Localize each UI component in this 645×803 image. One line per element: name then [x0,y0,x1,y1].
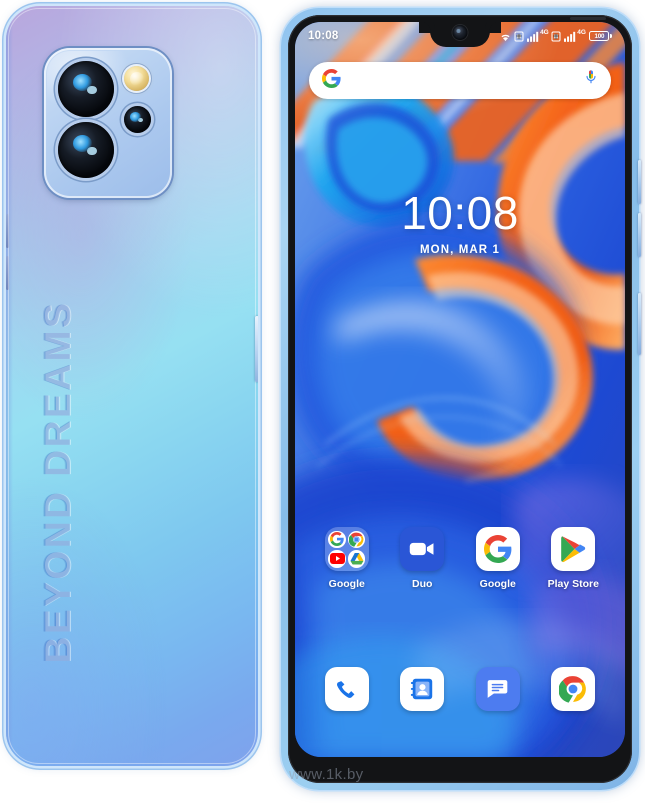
app-label: Play Store [547,578,599,590]
signal-bars-icon [526,31,539,42]
device-bezel: 10:08 4G 4G 100 10:08 MON, MAR 1 Google … [288,15,632,783]
search-input[interactable] [349,73,576,88]
phone-back-view: BEYOND DREAMS [6,6,258,766]
app-google-folder[interactable]: Google [314,527,380,590]
app-phone[interactable] [314,667,380,711]
home-screen-app-row: Google Duo Google Play Store [295,527,625,590]
volume-down-button[interactable] [637,213,641,257]
app-play-store[interactable]: Play Store [540,527,606,590]
contacts-icon[interactable] [400,667,445,711]
app-label: Duo [412,578,433,590]
app-chrome[interactable] [540,667,606,711]
volume-up-button[interactable] [637,160,641,204]
battery-percent-label: 100 [594,32,605,40]
front-camera-icon [452,25,468,40]
4g-label: 4G [577,28,586,36]
messages-icon[interactable] [475,667,520,711]
site-watermark: www.1k.by [289,766,364,783]
google-g-icon[interactable] [475,527,520,571]
display-notch [419,22,501,47]
google-folder-icon[interactable] [324,527,369,571]
clock-widget-date: MON, MAR 1 [420,244,500,256]
google-g-icon [328,530,346,548]
camera-lens-macro [124,106,151,133]
camera-lens-main [58,61,114,117]
camera-flash-led [124,66,149,91]
sim2-icon [551,31,561,42]
clock-widget[interactable]: 10:08 MON, MAR 1 [295,190,625,256]
product-photo-canvas: BEYOND DREAMS 10:08 4G 4G 100 10:08 MON,… [0,0,645,803]
app-label: Google [479,578,516,590]
phone-icon[interactable] [324,667,369,711]
rear-camera-module [44,48,172,198]
google-g-icon [322,68,341,93]
status-bar-icons: 4G 4G 100 [499,28,612,42]
clock-widget-time: 10:08 [401,187,519,239]
power-button-back[interactable] [255,316,258,382]
app-contacts[interactable] [389,667,455,711]
battery-icon: 100 [589,30,612,42]
drive-icon [347,550,366,568]
google-search-bar[interactable] [309,62,611,99]
4g-label: 4G [540,28,549,36]
camera-lens-secondary [58,122,114,178]
wallpaper-image [295,22,625,757]
phone-screen: 10:08 4G 4G 100 10:08 MON, MAR 1 Google … [295,22,625,757]
play-store-icon[interactable] [551,527,596,571]
home-screen-dock [295,667,625,711]
duo-video-icon[interactable] [400,527,445,571]
app-label: Google [328,578,365,590]
app-google[interactable]: Google [465,527,531,590]
youtube-icon [328,550,346,568]
app-messages[interactable] [465,667,531,711]
chrome-icon [347,530,366,548]
chrome-icon[interactable] [551,667,596,711]
power-button[interactable] [637,293,641,355]
signal-bars-icon [563,31,576,42]
sim1-icon [514,31,524,42]
status-bar-clock: 10:08 [308,30,339,42]
app-duo[interactable]: Duo [389,527,455,590]
microphone-icon[interactable] [584,69,598,92]
brand-tagline: BEYOND DREAMS [37,300,78,664]
earpiece-speaker-grille [570,17,606,20]
phone-front-view: 10:08 4G 4G 100 10:08 MON, MAR 1 Google … [281,8,641,790]
